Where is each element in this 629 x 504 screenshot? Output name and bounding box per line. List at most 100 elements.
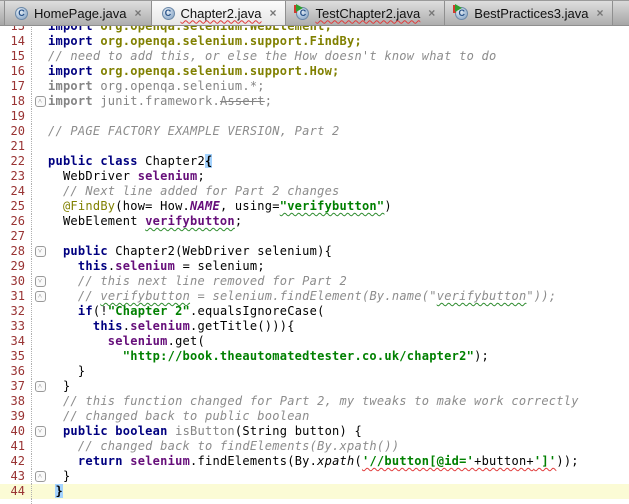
code-text: "http://book.theautomatedtester.co.uk/ch… [122,349,490,363]
tab-chapter2-java[interactable]: C Chapter2.java × [151,1,287,25]
code-line[interactable]: 31 ˄ // verifybutton = selenium.findEleme… [0,289,629,304]
line-number: 38 [0,394,32,409]
fold-marker[interactable]: ˄ [32,469,48,484]
code-line[interactable]: 35 "http://book.theautomatedtester.co.uk… [0,349,629,364]
fold-expand-icon[interactable]: ˅ [34,426,46,437]
fold-gutter [32,364,48,379]
line-number: 25 [0,199,32,214]
code-line[interactable]: 19 [0,109,629,124]
code-text: import org.openqa.selenium.support.How; [48,64,340,78]
code-line[interactable]: 33 this.selenium.getTitle())){ [0,319,629,334]
tab-bestpractices3-java[interactable]: C BestPractices3.java × [445,1,614,25]
code-line[interactable]: 23 WebDriver selenium; [0,169,629,184]
code-text: } [77,364,86,378]
line-number: 17 [0,79,32,94]
class-icon: C [14,6,29,21]
fold-gutter [32,169,48,184]
fold-collapse-icon[interactable]: ˄ [34,96,46,107]
code-text: selenium.get( [107,334,205,348]
fold-expand-icon[interactable]: ˅ [34,276,46,287]
code-text: // changed back to public boolean [62,409,310,423]
code-line[interactable]: 22 public class Chapter2{ [0,154,629,169]
line-number: 13 [0,26,32,34]
line-number: 14 [0,34,32,49]
code-text: WebElement verifybutton; [62,214,243,228]
code-text: import org.openqa.selenium.support.FindB… [48,34,362,48]
fold-gutter [32,349,48,364]
line-number: 20 [0,124,32,139]
fold-gutter [32,319,48,334]
line-number: 28 [0,244,32,259]
code-line[interactable]: 24 // Next line added for Part 2 changes [0,184,629,199]
fold-marker[interactable]: ˄ [32,379,48,394]
code-text: // need to add this, or else the How doe… [48,49,497,63]
code-text: return selenium.findElements(By.xpath('/… [77,454,579,468]
line-number: 44 [0,484,32,499]
code-line[interactable]: 40 ˅ public boolean isButton(String butto… [0,424,629,439]
line-number: 22 [0,154,32,169]
code-line[interactable]: 37 ˄ } [0,379,629,394]
fold-gutter [32,409,48,424]
close-icon[interactable]: × [135,7,142,19]
fold-gutter [32,394,48,409]
fold-marker[interactable]: ˅ [32,424,48,439]
code-line[interactable]: 27 [0,229,629,244]
code-line[interactable]: 38 // this function changed for Part 2, … [0,394,629,409]
line-number: 39 [0,409,32,424]
close-icon[interactable]: × [428,7,435,19]
code-line[interactable]: 14 import org.openqa.selenium.support.Fin… [0,34,629,49]
code-text: } [62,379,71,393]
fold-expand-icon[interactable]: ˅ [34,246,46,257]
close-icon[interactable]: × [596,7,603,19]
code-line[interactable]: 20 // PAGE FACTORY EXAMPLE VERSION, Part … [0,124,629,139]
tab-testchapter2-java[interactable]: C TestChapter2.java × [286,1,446,25]
fold-gutter [32,259,48,274]
fold-gutter [32,499,48,504]
fold-collapse-icon[interactable]: ˄ [34,291,46,302]
code-line[interactable]: 21 [0,139,629,154]
code-line[interactable]: 28 ˅ public Chapter2(WebDriver selenium){ [0,244,629,259]
fold-collapse-icon[interactable]: ˄ [34,381,46,392]
line-number [0,499,32,504]
code-line[interactable]: 42 return selenium.findElements(By.xpath… [0,454,629,469]
fold-gutter [32,304,48,319]
line-number: 30 [0,274,32,289]
code-line[interactable]: 18 ˄ import junit.framework.Assert; [0,94,629,109]
line-number: 23 [0,169,32,184]
code-area: 13 import org.openqa.selenium.WebElement;… [0,26,629,504]
code-line[interactable]: 43 ˄ } [0,469,629,484]
tab-homepage-java[interactable]: C HomePage.java × [4,1,152,25]
close-icon[interactable]: × [269,7,276,19]
code-line[interactable]: 29 this.selenium = selenium; [0,259,629,274]
code-line[interactable]: 13 import org.openqa.selenium.WebElement; [0,26,629,34]
code-line[interactable]: 30 ˅ // this next line removed for Part 2 [0,274,629,289]
code-line[interactable]: 39 // changed back to public boolean [0,409,629,424]
code-line[interactable]: 16 import org.openqa.selenium.support.How… [0,64,629,79]
code-line[interactable] [0,499,629,504]
fold-marker[interactable]: ˄ [32,289,48,304]
fold-collapse-icon[interactable]: ˄ [34,471,46,482]
fold-marker[interactable]: ˅ [32,244,48,259]
code-line[interactable]: 34 selenium.get( [0,334,629,349]
code-line[interactable]: 41 // changed back to findElements(By.xp… [0,439,629,454]
code-line[interactable]: 36 } [0,364,629,379]
code-line[interactable]: 44 } [0,484,629,499]
code-line[interactable]: 17 import org.openqa.selenium.*; [0,79,629,94]
line-number: 33 [0,319,32,334]
line-number: 15 [0,49,32,64]
code-text: // this next line removed for Part 2 [77,274,347,288]
ide-editor-window: C HomePage.java × C Chapter2.java × C TestChapt… [0,0,629,504]
code-line[interactable]: 25 @FindBy(how= How.NAME, using="verifyb… [0,199,629,214]
code-text: import junit.framework.Assert; [48,94,273,108]
code-line[interactable]: 32 if(!"Chapter 2".equalsIgnoreCase( [0,304,629,319]
code-line[interactable]: 15 // need to add this, or else the How d… [0,49,629,64]
line-number: 29 [0,259,32,274]
fold-marker[interactable]: ˄ [32,94,48,109]
code-line[interactable]: 26 WebElement verifybutton; [0,214,629,229]
fold-marker[interactable]: ˅ [32,274,48,289]
line-number: 21 [0,139,32,154]
editor[interactable]: 13 import org.openqa.selenium.WebElement;… [0,26,629,504]
fold-gutter [32,214,48,229]
